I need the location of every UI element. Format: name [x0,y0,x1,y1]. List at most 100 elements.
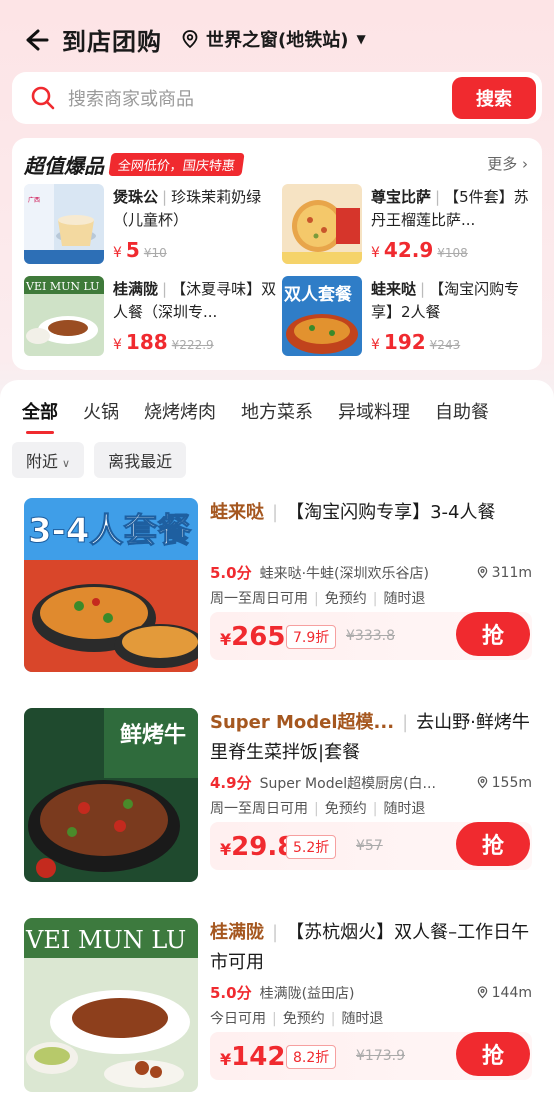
deal-item[interactable]: 双人套餐 蛙来哒 | 【淘宝闪购专享】2人餐 ¥192 ¥243 [282,276,540,360]
deal-old-price: ¥243 [429,338,461,352]
tag-refund: 随时退 [383,801,426,817]
distance: 311m [476,565,532,581]
price: ¥142 [220,1042,286,1072]
original-price: ¥333.8 [346,628,395,644]
image-banner-text: VEI MUN LU [25,926,186,954]
tab-all[interactable]: 全部 [22,398,58,434]
product-photo: 3-4人套餐 [24,498,198,672]
search-button[interactable]: 搜索 [452,77,536,119]
distance-value: 144m [491,984,532,1001]
rating-score: 4.9分 [210,774,252,792]
product-name: 【淘宝闪购专享】3-4人餐 [286,502,496,523]
filter-nearby[interactable]: 附近 ∨ [12,442,85,478]
product-brand: 桂满陇 [210,922,264,943]
caret-down-icon: ▼ [356,32,366,46]
original-price: ¥173.9 [356,1048,405,1064]
distance: 144m [476,985,532,1001]
price-value: 142 [231,1042,286,1072]
filter-nearby-label: 附近 [26,452,59,471]
product-meta: 4.9分 Super Model超模厨房(白... 155m [210,772,532,793]
more-link[interactable]: 更多 › [487,153,528,174]
back-arrow-icon[interactable] [22,26,50,54]
location-label: 世界之窗(地铁站) [206,30,349,51]
deal-brand: 桂满陇 [113,280,159,298]
product-card[interactable]: VEI MUN LU 桂满陇 | 【苏杭烟火】双人餐–工作日午市可用 5.0分 桂满… [12,906,542,1101]
product-title: Super Model超模... | 去山野·鲜烤牛里脊生菜拌饭|套餐 [210,712,530,763]
tag-refund: 随时退 [341,1011,384,1027]
category-tabs: 全部 火锅 烧烤烤肉 地方菜系 异域料理 自助餐 [22,398,514,434]
deal-text: 煲珠公 | 珍珠茉莉奶绿（儿童杯） [113,188,262,229]
hot-deals-header: 超值爆品 全网低价，国庆特惠 [24,150,245,179]
product-tags: 周一至周日可用 | 免预约 | 随时退 [210,801,426,817]
deal-text: 尊宝比萨 | 【5件套】苏丹王榴莲比萨... [371,188,529,229]
product-title: 桂满陇 | 【苏杭烟火】双人餐–工作日午市可用 [210,922,530,973]
price-bar: ¥265 7.9折 ¥333.8 抢 [210,612,532,660]
discount-badge: 8.2折 [286,1045,337,1069]
deal-old-price: ¥108 [437,246,468,260]
location-pin-icon [182,30,198,49]
tag-availability: 周一至周日可用 [210,591,308,607]
product-card[interactable]: 鲜烤牛 Super Model超模... | 去山野·鲜烤牛里脊生菜拌饭|套餐 4.… [12,696,542,892]
tab-regional[interactable]: 地方菜系 [241,398,313,424]
product-tags: 周一至周日可用 | 免预约 | 随时退 [210,591,426,607]
image-banner-text: 3-4人套餐 [28,511,191,551]
grab-button[interactable]: 抢 [456,1032,530,1076]
deal-text: 桂满陇 | 【沐夏寻味】双人餐（深圳专... [113,280,277,321]
deal-brand: 尊宝比萨 [371,188,432,206]
deal-item[interactable]: VEI MUN LU 桂满陇 | 【沐夏寻味】双人餐（深圳专... ¥188 ¥222… [24,276,282,360]
rating-score: 5.0分 [210,564,252,582]
location-pin-icon [477,566,487,579]
filter-bar: 附近 ∨ 离我最近 [12,442,187,478]
tag-availability: 今日可用 [210,1011,266,1027]
search-bar[interactable]: 搜索商家或商品 搜索 [12,72,542,124]
deal-text: 蛙来哒 | 【淘宝闪购专享】2人餐 [371,280,520,321]
location-selector[interactable]: 世界之窗(地铁站) ▼ [180,26,366,52]
page-title: 到店团购 [62,28,162,56]
distance-value: 311m [491,564,532,581]
rating-score: 5.0分 [210,984,252,1002]
grab-button[interactable]: 抢 [456,612,530,656]
deal-price-value: 192 [383,330,426,354]
product-tags: 今日可用 | 免预约 | 随时退 [210,1011,384,1027]
tag-availability: 周一至周日可用 [210,801,308,817]
hot-deals-title: 超值爆品 [24,154,104,178]
deal-price: ¥5 ¥10 [113,238,167,262]
product-meta: 5.0分 桂满陇(益田店) 144m [210,982,532,1003]
deal-thumbnail: 广西 [24,184,104,264]
search-input[interactable]: 搜索商家或商品 [68,85,452,111]
distance-value: 155m [491,774,532,791]
product-card[interactable]: 3-4人套餐 蛙来哒 | 【淘宝闪购专享】3-4人餐 5.0分 蛙来哒·牛蛙(深圳欢… [12,486,542,682]
chevron-down-icon: ∨ [62,457,71,470]
tab-foreign[interactable]: 异域料理 [338,398,410,424]
deal-item[interactable]: 广西 煲珠公 | 珍珠茉莉奶绿（儿童杯） ¥5 ¥10 [24,184,282,268]
top-bar: 到店团购 世界之窗(地铁站) ▼ [0,0,554,80]
product-photo: 鲜烤牛 [24,708,198,882]
deal-thumbnail: 双人套餐 [282,276,362,356]
product-brand: Super Model超模... [210,712,395,733]
tab-buffet[interactable]: 自助餐 [435,398,489,424]
price-value: 265 [231,622,286,652]
hot-deals-card: 超值爆品 全网低价，国庆特惠 更多 › 广西 煲珠公 | 珍珠茉莉奶绿（儿童杯） ¥… [12,138,542,370]
deal-price: ¥192 ¥243 [371,330,461,354]
location-pin-icon [477,986,487,999]
deal-old-price: ¥10 [143,246,167,260]
price-bar: ¥142 8.2折 ¥173.9 抢 [210,1032,532,1080]
deal-thumbnail [282,184,362,264]
tab-hotpot[interactable]: 火锅 [83,398,119,424]
grab-button[interactable]: 抢 [456,822,530,866]
deal-brand: 煲珠公 [113,188,159,206]
discount-badge: 7.9折 [286,625,337,649]
tab-bbq[interactable]: 烧烤烤肉 [144,398,216,424]
filter-closest[interactable]: 离我最近 [94,442,187,478]
svg-text:广西: 广西 [28,196,40,204]
deal-item[interactable]: 尊宝比萨 | 【5件套】苏丹王榴莲比萨... ¥42.9 ¥108 [282,184,540,268]
promo-badge: 全网低价，国庆特惠 [108,153,245,176]
image-banner-text: 双人套餐 [284,284,353,305]
deal-price-value: 188 [125,330,168,354]
deal-price: ¥42.9 ¥108 [371,238,468,262]
shop-name: 桂满陇(益田店) [259,985,355,1002]
deal-price-value: 42.9 [383,238,434,262]
tag-no-booking: 免预约 [282,1011,325,1027]
product-meta: 5.0分 蛙来哒·牛蛙(深圳欢乐谷店) 311m [210,562,532,583]
image-banner-text: 鲜烤牛 [120,722,186,748]
